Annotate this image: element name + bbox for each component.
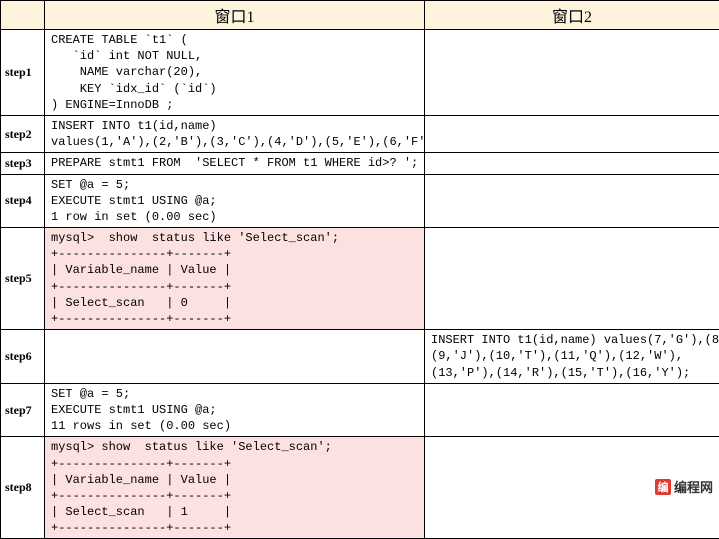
logo-text: 编程网	[674, 477, 713, 496]
window1-cell: mysql> show status like 'Select_scan'; +…	[45, 228, 425, 330]
window2-cell	[425, 174, 719, 228]
table-row: step5mysql> show status like 'Select_sca…	[1, 228, 719, 330]
step-label: step4	[1, 174, 45, 228]
step-label: step7	[1, 383, 45, 437]
window1-cell: PREPARE stmt1 FROM 'SELECT * FROM t1 WHE…	[45, 153, 425, 174]
window1-cell: SET @a = 5; EXECUTE stmt1 USING @a; 11 r…	[45, 383, 425, 437]
step-label: step8	[1, 437, 45, 539]
step-label: step3	[1, 153, 45, 174]
step-label: step5	[1, 228, 45, 330]
table-row: step6 INSERT INTO t1(id,name) values(7,'G…	[1, 330, 719, 384]
table-row: step7SET @a = 5; EXECUTE stmt1 USING @a;…	[1, 383, 719, 437]
header-blank	[1, 1, 45, 30]
step-label: step1	[1, 30, 45, 116]
window2-cell	[425, 383, 719, 437]
site-logo: 编 编程网	[655, 477, 713, 496]
table-row: step4SET @a = 5; EXECUTE stmt1 USING @a;…	[1, 174, 719, 228]
window2-cell	[425, 30, 719, 116]
window2-cell	[425, 153, 719, 174]
window2-cell: INSERT INTO t1(id,name) values(7,'G'),(8…	[425, 330, 719, 384]
steps-table: 窗口1 窗口2 step1CREATE TABLE `t1` ( `id` in…	[0, 0, 719, 539]
window2-cell	[425, 228, 719, 330]
header-window1: 窗口1	[45, 1, 425, 30]
table-row: step8mysql> show status like 'Select_sca…	[1, 437, 719, 539]
logo-mark: 编	[655, 479, 671, 495]
table-row: step1CREATE TABLE `t1` ( `id` int NOT NU…	[1, 30, 719, 116]
table-row: step3PREPARE stmt1 FROM 'SELECT * FROM t…	[1, 153, 719, 174]
step-label: step6	[1, 330, 45, 384]
table-row: step2INSERT INTO t1(id,name) values(1,'A…	[1, 115, 719, 152]
window1-cell: CREATE TABLE `t1` ( `id` int NOT NULL, N…	[45, 30, 425, 116]
step-label: step2	[1, 115, 45, 152]
window1-cell	[45, 330, 425, 384]
window1-cell: SET @a = 5; EXECUTE stmt1 USING @a; 1 ro…	[45, 174, 425, 228]
header-window2: 窗口2	[425, 1, 719, 30]
window1-cell: INSERT INTO t1(id,name) values(1,'A'),(2…	[45, 115, 425, 152]
window1-cell: mysql> show status like 'Select_scan'; +…	[45, 437, 425, 539]
window2-cell	[425, 115, 719, 152]
